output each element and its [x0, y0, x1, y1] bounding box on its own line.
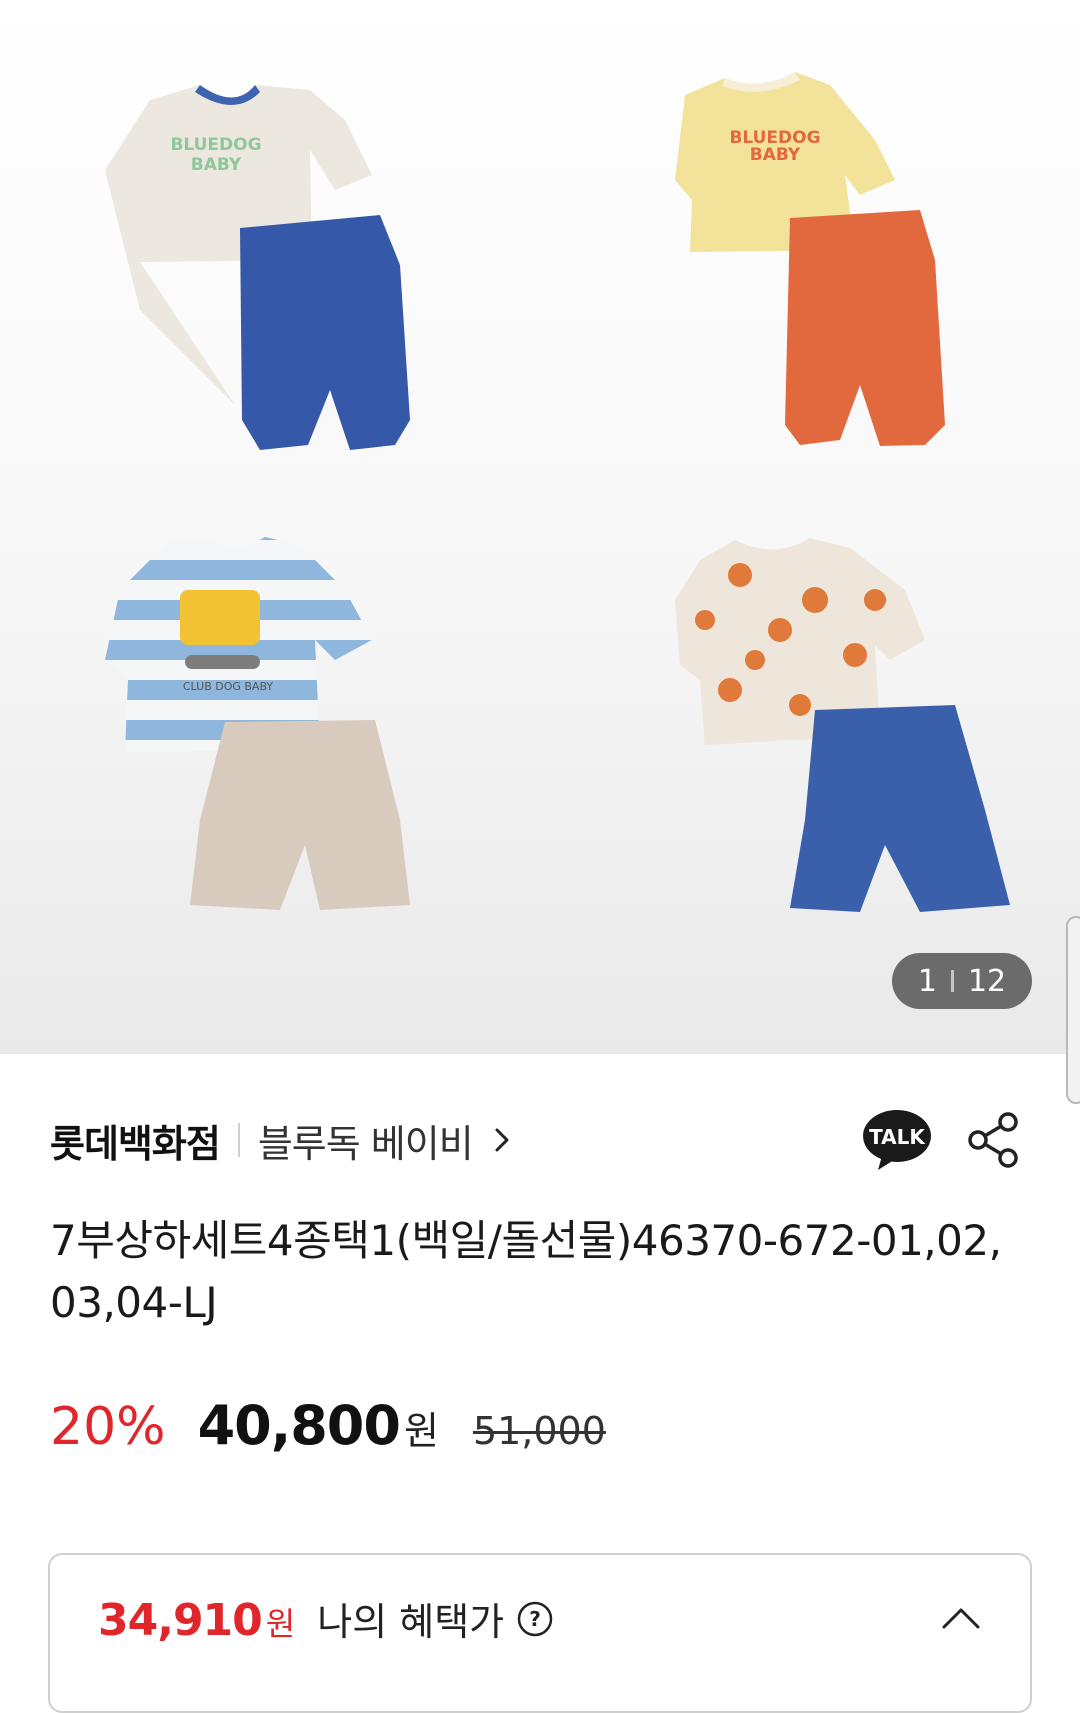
chevron-right-icon[interactable] — [489, 1127, 515, 1153]
brand-link[interactable]: 블루독 베이비 — [258, 1113, 474, 1168]
chevron-up-icon[interactable] — [940, 1605, 982, 1631]
benefit-label: 나의 혜택가 — [317, 1600, 505, 1644]
product-image-gallery[interactable]: BLUEDOG BABY BLUEDOG BABY CLUB DOG BABY — [0, 0, 1080, 1054]
tee1-print-line2: BABY — [191, 155, 242, 175]
product-image: BLUEDOG BABY BLUEDOG BABY CLUB DOG BABY — [105, 72, 1010, 912]
kakao-talk-label: TALK — [869, 1125, 926, 1149]
price-row: 20% 40,800 원 51,000 — [50, 1394, 606, 1457]
seller-row: 롯데백화점 블루독 베이비 — [50, 1112, 515, 1168]
help-icon-glyph: ? — [529, 1607, 541, 1631]
set-1-image: BLUEDOG BABY — [105, 85, 410, 450]
side-drawer-handle[interactable] — [1066, 916, 1080, 1104]
tee3-print: CLUB DOG BABY — [183, 680, 274, 693]
product-title: 7부상하세트4종택1(백일/돌선물)46370-672-01,02,03,04-… — [50, 1216, 1002, 1327]
my-benefit-price-panel[interactable]: 34,910 원 나의 혜택가 ? — [48, 1553, 1032, 1713]
benefit-price: 34,910 — [98, 1595, 263, 1646]
seller-divider — [237, 1123, 240, 1157]
share-icon[interactable] — [964, 1110, 1022, 1170]
image-counter-divider — [950, 970, 954, 992]
set-2-image: BLUEDOG BABY — [675, 72, 945, 446]
tee2-print-line2: BABY — [750, 145, 801, 165]
image-counter-current: 1 — [917, 963, 937, 999]
sale-price-currency: 원 — [403, 1409, 439, 1453]
image-counter: 1 12 — [892, 953, 1032, 1009]
original-price: 51,000 — [472, 1409, 606, 1453]
benefit-price-currency: 원 — [265, 1605, 296, 1643]
kakao-talk-icon[interactable]: TALK — [862, 1108, 932, 1172]
store-name[interactable]: 롯데백화점 — [50, 1113, 221, 1168]
sale-price: 40,800 — [197, 1394, 401, 1457]
image-counter-total: 12 — [967, 963, 1007, 999]
help-icon[interactable]: ? — [516, 1600, 554, 1638]
benefit-row: 34,910 원 나의 혜택가 ? — [98, 1591, 554, 1646]
discount-rate: 20% — [50, 1397, 166, 1457]
tee1-print-line1: BLUEDOG — [170, 135, 261, 155]
set-4-image — [675, 538, 1010, 912]
set-3-image: CLUB DOG BABY — [105, 537, 410, 910]
